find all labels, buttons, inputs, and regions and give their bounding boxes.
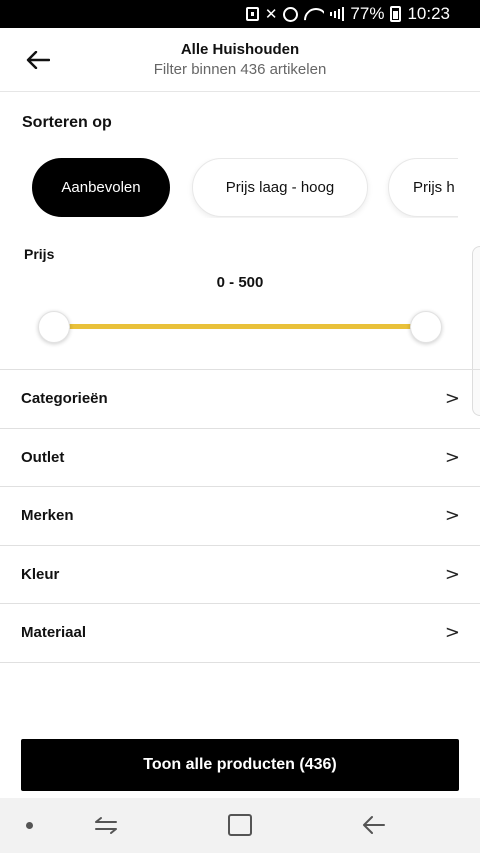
mute-icon: ✕ <box>264 6 278 23</box>
filter-label: Categorieën <box>21 390 108 408</box>
battery-icon <box>390 5 402 23</box>
sort-option-aanbevolen[interactable]: Aanbevolen <box>32 158 170 217</box>
home-icon[interactable] <box>228 814 252 836</box>
filter-row-kleur[interactable]: Kleur > <box>0 546 480 604</box>
dot-icon[interactable] <box>26 822 33 829</box>
chevron-right-icon: > <box>444 388 460 410</box>
wifi-icon <box>304 5 324 23</box>
header: Alle Huishouden Filter binnen 436 artike… <box>0 28 480 92</box>
recent-apps-icon[interactable] <box>93 814 119 836</box>
sort-option-price-high-low[interactable]: Prijs h <box>388 158 458 217</box>
sort-title: Sorteren op <box>22 114 112 131</box>
chevron-right-icon: > <box>444 563 460 585</box>
page-subtitle: Filter binnen 436 artikelen <box>153 61 327 78</box>
page-title: Alle Huishouden <box>180 41 300 58</box>
status-bar: ✕ 77% 10:23 <box>0 0 480 28</box>
system-nav-bar <box>0 798 480 853</box>
sort-option-price-low-high[interactable]: Prijs laag - hoog <box>192 158 368 217</box>
sort-options: Aanbevolen Prijs laag - hoog Prijs h <box>0 158 458 218</box>
filter-screen: ✕ 77% 10:23 Alle Huishouden Filter binne… <box>0 0 480 853</box>
filter-label: Outlet <box>21 448 65 466</box>
chevron-right-icon: > <box>444 505 460 527</box>
show-products-button[interactable]: Toon alle producten (436) <box>21 739 459 791</box>
back-icon[interactable] <box>360 814 386 836</box>
filter-label: Materiaal <box>21 624 87 642</box>
price-slider[interactable] <box>38 310 442 344</box>
price-slider-min-handle[interactable] <box>38 311 70 343</box>
clock: 10:23 <box>407 4 450 23</box>
filter-label: Kleur <box>21 565 60 583</box>
battery-percent: 77% <box>350 4 385 23</box>
price-label: Prijs <box>24 246 55 262</box>
filter-row-merken[interactable]: Merken > <box>0 487 480 546</box>
filter-row-materiaal[interactable]: Materiaal > <box>0 604 480 663</box>
chevron-right-icon: > <box>444 446 460 468</box>
price-slider-max-handle[interactable] <box>410 311 442 343</box>
filter-label: Merken <box>21 507 74 525</box>
chevron-right-icon: > <box>444 622 460 644</box>
price-range-value: 0 - 500 <box>216 274 264 291</box>
notification-icon <box>245 5 259 23</box>
alarm-icon <box>283 5 299 23</box>
filter-row-outlet[interactable]: Outlet > <box>0 429 480 487</box>
price-slider-track <box>54 324 426 329</box>
filter-row-categorieen[interactable]: Categorieën > <box>0 370 480 429</box>
filter-list: Categorieën > Outlet > Merken > Kleur > … <box>0 369 480 663</box>
signal-icon <box>330 5 345 23</box>
